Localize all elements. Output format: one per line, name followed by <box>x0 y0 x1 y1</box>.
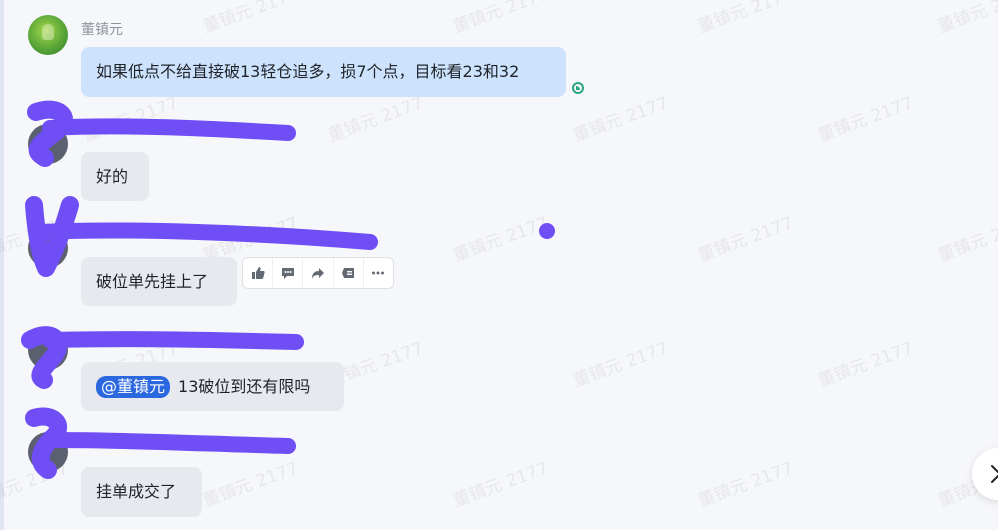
scroll-to-latest-button[interactable] <box>972 448 998 500</box>
message-bubble[interactable]: 好的 <box>81 152 149 201</box>
watermark: 董镇元 2177 <box>200 458 301 512</box>
watermark: 董镇元 2177 <box>815 93 916 147</box>
forward-button[interactable] <box>302 258 332 288</box>
message-bubble[interactable]: 挂单成交了 <box>81 467 202 517</box>
message-bubble[interactable]: @董镇元 13破位到还有限吗 <box>81 362 344 411</box>
watermark: 董镇元 2177 <box>450 0 551 38</box>
message-text: 好的 <box>96 167 129 186</box>
read-status-icon <box>572 82 584 94</box>
avatar[interactable] <box>28 228 68 268</box>
watermark: 董镇元 2177 <box>450 213 551 267</box>
thumbs-up-icon <box>251 267 265 279</box>
quote-button[interactable] <box>332 258 363 288</box>
chevron-icon <box>991 465 998 483</box>
watermark: 董镇元 2177 <box>200 0 301 38</box>
watermark: 董镇元 2177 <box>695 213 796 267</box>
message-text: 挂单成交了 <box>96 482 177 501</box>
more-icon <box>372 271 385 275</box>
watermark: 董镇元 2177 <box>450 458 551 512</box>
window-left-edge <box>0 0 4 530</box>
message-bubble[interactable]: 如果低点不给直接破13轻仓追多，损7个点，目标看23和32 <box>81 47 566 97</box>
watermark: 董镇元 2177 <box>695 458 796 512</box>
reply-button[interactable] <box>272 258 302 288</box>
forward-icon <box>312 268 324 279</box>
message-bubble[interactable]: 破位单先挂上了 <box>81 257 237 306</box>
watermark: 董镇元 2177 <box>80 93 181 147</box>
watermark: 董镇元 2177 <box>570 338 671 392</box>
mention-tag[interactable]: @董镇元 <box>96 376 171 398</box>
watermark: 董镇元 2177 <box>570 93 671 147</box>
message-text: 13破位到还有限吗 <box>178 377 311 396</box>
message-text: 如果低点不给直接破13轻仓追多，损7个点，目标看23和32 <box>96 62 520 81</box>
avatar[interactable] <box>28 124 68 164</box>
comment-icon <box>281 268 294 279</box>
message-text: 破位单先挂上了 <box>96 272 209 291</box>
watermark: 董镇元 2177 <box>695 0 796 38</box>
thumbs-up-button[interactable] <box>243 258 272 288</box>
message-action-bar <box>242 257 394 289</box>
avatar[interactable] <box>28 432 68 472</box>
avatar[interactable] <box>28 15 68 55</box>
avatar[interactable] <box>28 330 68 370</box>
watermark: 董镇元 2177 <box>325 93 426 147</box>
watermark: 董镇元 2177 <box>815 338 916 392</box>
quote-icon <box>342 268 355 278</box>
watermark: 董镇元 2177 <box>935 0 998 38</box>
scribble-dot <box>539 223 555 239</box>
watermark: 董镇元 2177 <box>935 213 998 267</box>
sender-name: 董镇元 <box>81 22 123 38</box>
more-button[interactable] <box>362 258 393 288</box>
